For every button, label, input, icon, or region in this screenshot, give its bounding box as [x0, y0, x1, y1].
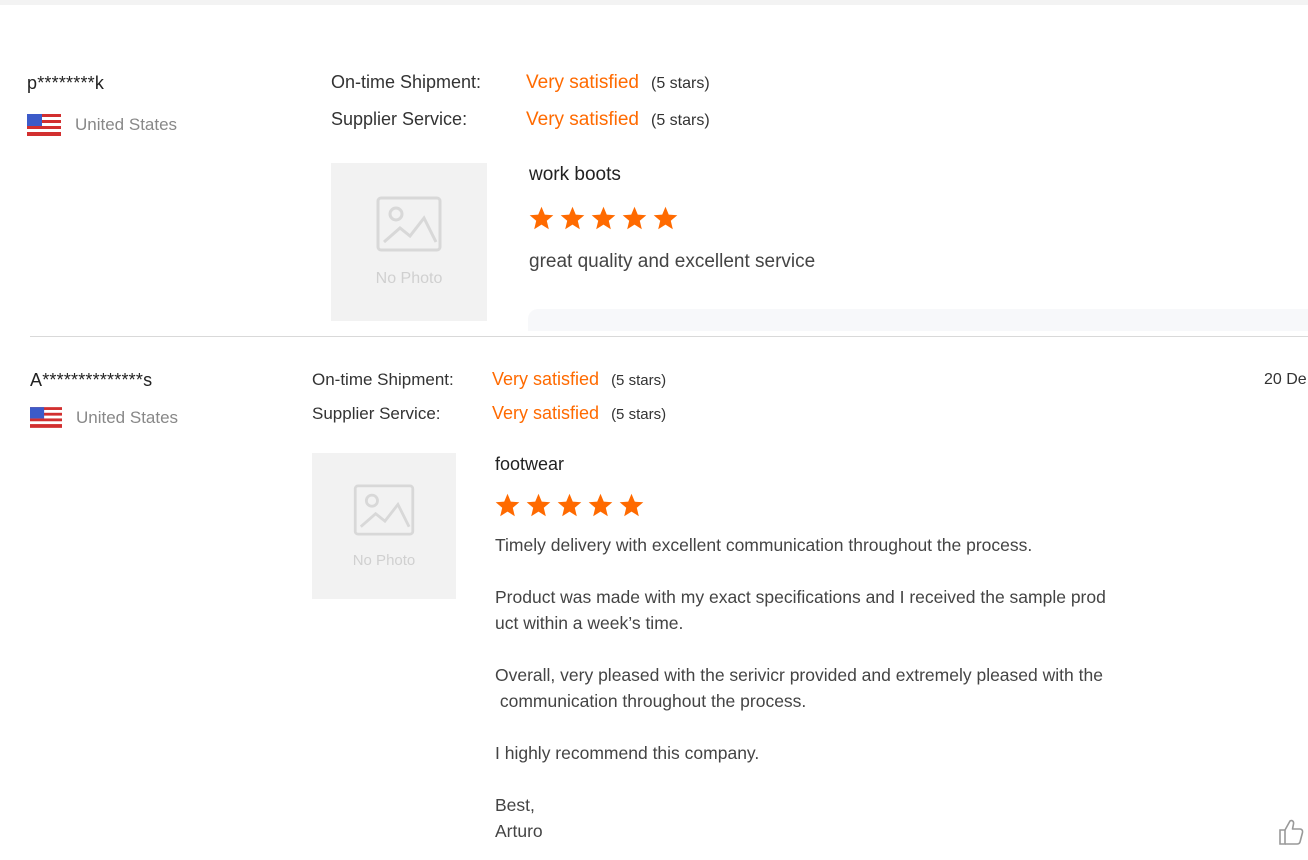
rating-value: Very satisfied — [492, 403, 600, 423]
star-icon — [526, 493, 551, 517]
reviewer-name: A**************s — [30, 370, 153, 390]
star-icon — [495, 493, 520, 517]
rating-on-time-shipment: On-time Shipment: Very satisfied (5 star… — [312, 369, 666, 390]
rating-label: Supplier Service: — [312, 404, 441, 423]
comment-line: I highly recommend this company. — [495, 743, 760, 763]
rating-value: Very satisfied — [492, 369, 600, 389]
comment-line: uct within a week’s time. — [495, 613, 684, 633]
thumbs-up-icon[interactable] — [1278, 818, 1304, 851]
rating-supplier-service: Supplier Service: Very satisfied (5 star… — [312, 403, 666, 424]
star-icon — [557, 493, 582, 517]
comment-line: Best, — [495, 795, 535, 815]
comment-line — [495, 636, 1106, 662]
product-photo-placeholder[interactable]: No Photo — [312, 453, 456, 599]
comment-line: Overall, very pleased with the serivicr … — [495, 665, 1103, 685]
reviewer-country: United States — [30, 407, 178, 428]
image-placeholder-icon — [353, 483, 415, 536]
product-name[interactable]: footwear — [495, 454, 564, 475]
review-card: A**************s United States On-time S… — [0, 0, 1308, 845]
star-rating — [494, 492, 649, 519]
comment-line: Arturo — [495, 821, 543, 841]
review-comment: Timely delivery with excellent communica… — [495, 532, 1106, 844]
comment-line — [495, 714, 1106, 740]
star-icon — [619, 493, 644, 517]
no-photo-label: No Photo — [352, 551, 416, 569]
rating-label: On-time Shipment: — [312, 370, 454, 389]
us-flag-icon — [30, 407, 62, 428]
rating-stars-text: (5 stars) — [611, 372, 667, 389]
review-date: 20 De — [1264, 371, 1307, 388]
country-label: United States — [76, 407, 179, 427]
comment-line: Timely delivery with excellent communica… — [495, 535, 1033, 555]
rating-stars-text: (5 stars) — [611, 406, 667, 423]
star-icon — [588, 493, 613, 517]
comment-line — [495, 766, 1106, 792]
comment-line: Product was made with my exact specifica… — [495, 587, 1106, 607]
comment-line: communication throughout the process. — [495, 691, 807, 711]
comment-line — [495, 558, 1106, 584]
